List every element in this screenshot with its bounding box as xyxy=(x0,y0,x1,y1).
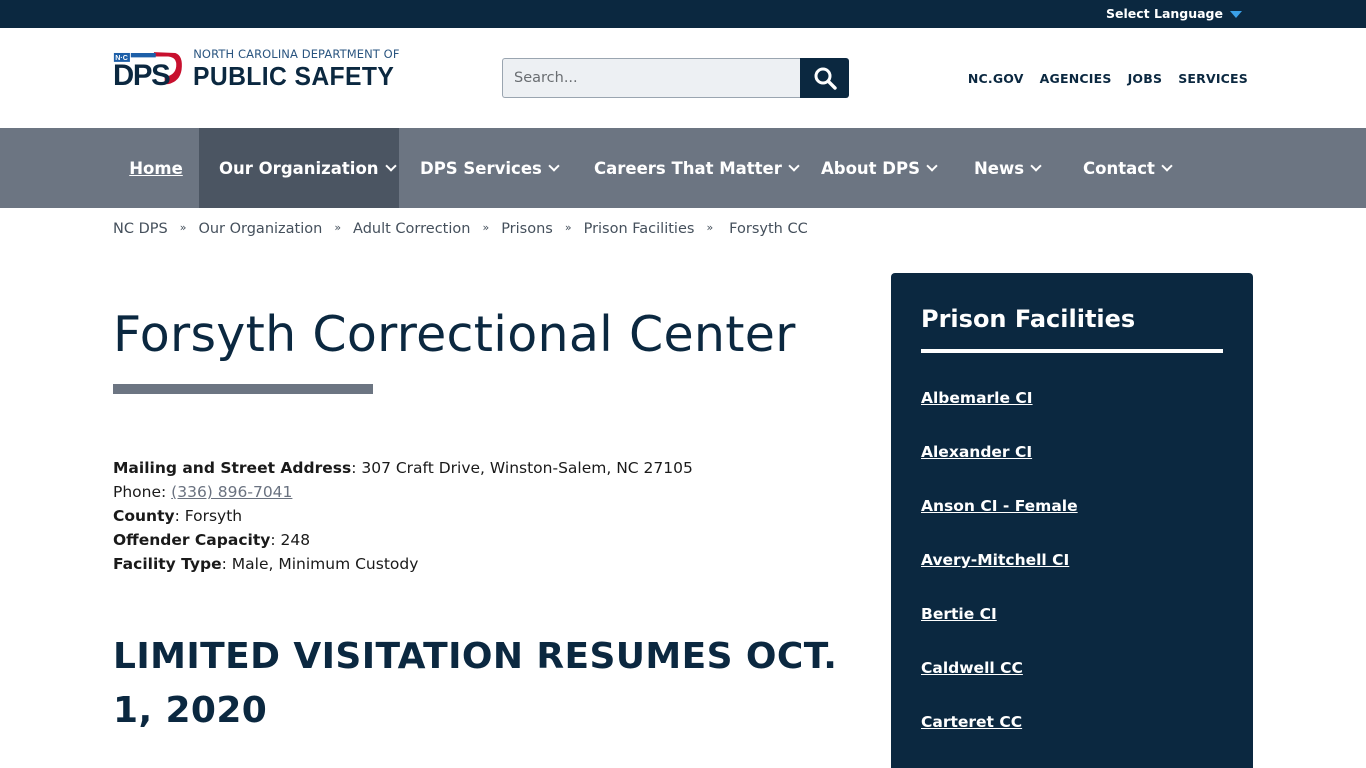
breadcrumb-link-prisons[interactable]: Prisons xyxy=(501,221,553,237)
facility-link-carteret[interactable]: Carteret CC xyxy=(921,713,1022,731)
top-utility-bar: Select Language xyxy=(0,0,1366,28)
nav-label-dps-services: DPS Services xyxy=(420,158,542,178)
logo-mark-text: DPS xyxy=(113,59,170,90)
info-row-capacity: Offender Capacity: 248 xyxy=(113,531,311,549)
utility-links: NC.GOV AGENCIES JOBS SERVICES xyxy=(968,71,1248,86)
nav-item-our-organization[interactable]: Our Organization xyxy=(199,128,399,208)
nav-item-home[interactable]: Home xyxy=(113,128,199,208)
breadcrumb-link-nc-dps[interactable]: NC DPS xyxy=(113,221,168,237)
chevron-down-icon xyxy=(1161,159,1173,172)
main-navigation: Home Our Organization DPS Services Caree… xyxy=(0,128,1366,208)
info-label-phone: Phone xyxy=(113,483,162,501)
info-row-facility-type: Facility Type: Male, Minimum Custody xyxy=(113,555,419,573)
search-button[interactable] xyxy=(800,58,849,98)
facility-link-alexander[interactable]: Alexander CI xyxy=(921,443,1032,461)
language-label: Select Language xyxy=(1106,6,1223,21)
info-value-facility-type: Male, Minimum Custody xyxy=(231,555,419,573)
chevron-down-icon xyxy=(1030,159,1042,172)
nav-item-careers[interactable]: Careers That Matter xyxy=(594,128,800,208)
dps-logo-mark-icon: N·C DPS xyxy=(113,52,182,90)
info-label-capacity: Offender Capacity xyxy=(113,531,271,549)
nav-label-contact: Contact xyxy=(1083,158,1155,178)
chevron-down-icon xyxy=(926,159,938,172)
info-value-county: Forsyth xyxy=(184,507,243,525)
nav-label-news: News xyxy=(974,158,1025,178)
list-item: Caldwell CC xyxy=(921,659,1078,713)
logo-line-1: NORTH CAROLINA DEPARTMENT OF xyxy=(193,47,400,62)
facility-link-albemarle[interactable]: Albemarle CI xyxy=(921,389,1033,407)
site-search xyxy=(502,58,849,98)
util-link-jobs[interactable]: JOBS xyxy=(1128,71,1163,86)
breadcrumb-link-prison-facilities[interactable]: Prison Facilities xyxy=(584,221,695,237)
breadcrumb-separator: » xyxy=(334,220,342,234)
list-item: Carteret CC xyxy=(921,713,1078,767)
dps-logo[interactable]: N·C DPS NORTH CAROLINA DEPARTMENT OF PUB… xyxy=(113,48,405,90)
nav-label-our-organization: Our Organization xyxy=(219,158,379,178)
visitation-heading: LIMITED VISITATION RESUMES OCT. 1, 2020 xyxy=(113,636,838,731)
caret-down-icon xyxy=(1230,11,1242,18)
nav-item-news[interactable]: News xyxy=(974,128,1042,208)
facility-info: Mailing and Street Address: 307 Craft Dr… xyxy=(113,456,693,576)
info-label-address: Mailing and Street Address xyxy=(113,459,352,477)
util-link-ncgov[interactable]: NC.GOV xyxy=(968,71,1024,86)
page-title: Forsyth Correctional Center xyxy=(113,306,796,363)
list-item: Alexander CI xyxy=(921,443,1078,497)
list-item: Anson CI - Female xyxy=(921,497,1078,551)
chevron-down-icon xyxy=(788,159,800,172)
nav-label-home: Home xyxy=(129,158,183,178)
nav-label-careers: Careers That Matter xyxy=(594,158,782,178)
facility-link-anson[interactable]: Anson CI - Female xyxy=(921,497,1078,515)
sidebar-title-rule xyxy=(921,349,1223,353)
language-selector[interactable]: Select Language xyxy=(1106,6,1242,21)
search-icon xyxy=(814,67,837,90)
facility-link-bertie[interactable]: Bertie CI xyxy=(921,605,997,623)
util-link-agencies[interactable]: AGENCIES xyxy=(1040,71,1112,86)
chevron-down-icon xyxy=(548,159,560,172)
list-item: Avery-Mitchell CI xyxy=(921,551,1078,605)
site-header: N·C DPS NORTH CAROLINA DEPARTMENT OF PUB… xyxy=(0,28,1366,128)
list-item: Bertie CI xyxy=(921,605,1078,659)
phone-link[interactable]: (336) 896-7041 xyxy=(171,483,292,501)
logo-line-2: PUBLIC SAFETY xyxy=(193,60,395,91)
info-label-facility-type: Facility Type xyxy=(113,555,222,573)
breadcrumb-separator: » xyxy=(706,220,714,234)
info-row-phone: Phone: (336) 896-7041 xyxy=(113,483,293,501)
title-underline xyxy=(113,384,373,394)
nav-item-contact[interactable]: Contact xyxy=(1083,128,1173,208)
breadcrumb-separator: » xyxy=(482,220,490,234)
breadcrumb-current: Forsyth CC xyxy=(729,221,808,237)
breadcrumb-link-adult-correction[interactable]: Adult Correction xyxy=(353,221,470,237)
nav-label-about-dps: About DPS xyxy=(821,158,920,178)
breadcrumb-link-our-organization[interactable]: Our Organization xyxy=(198,221,322,237)
facility-link-avery-mitchell[interactable]: Avery-Mitchell CI xyxy=(921,551,1069,569)
info-value-address: 307 Craft Drive, Winston-Salem, NC 27105 xyxy=(361,459,693,477)
util-link-services[interactable]: SERVICES xyxy=(1178,71,1248,86)
breadcrumb: NC DPS » Our Organization » Adult Correc… xyxy=(113,220,808,238)
info-row-address: Mailing and Street Address: 307 Craft Dr… xyxy=(113,459,693,477)
list-item: Albemarle CI xyxy=(921,389,1078,443)
chevron-down-icon xyxy=(384,159,397,172)
search-input[interactable] xyxy=(502,58,800,98)
nav-item-dps-services[interactable]: DPS Services xyxy=(420,128,560,208)
facility-link-caldwell[interactable]: Caldwell CC xyxy=(921,659,1023,677)
logo-wordmark: NORTH CAROLINA DEPARTMENT OF PUBLIC SAFE… xyxy=(193,49,405,89)
nav-item-about-dps[interactable]: About DPS xyxy=(821,128,938,208)
facility-list: Albemarle CI Alexander CI Anson CI - Fem… xyxy=(921,389,1078,767)
sidebar-title: Prison Facilities xyxy=(921,305,1136,333)
breadcrumb-separator: » xyxy=(179,220,187,234)
prison-facilities-sidebar: Prison Facilities Albemarle CI Alexander… xyxy=(891,273,1253,768)
info-row-county: County: Forsyth xyxy=(113,507,243,525)
info-label-county: County xyxy=(113,507,175,525)
info-value-capacity: 248 xyxy=(280,531,311,549)
breadcrumb-separator: » xyxy=(564,220,572,234)
